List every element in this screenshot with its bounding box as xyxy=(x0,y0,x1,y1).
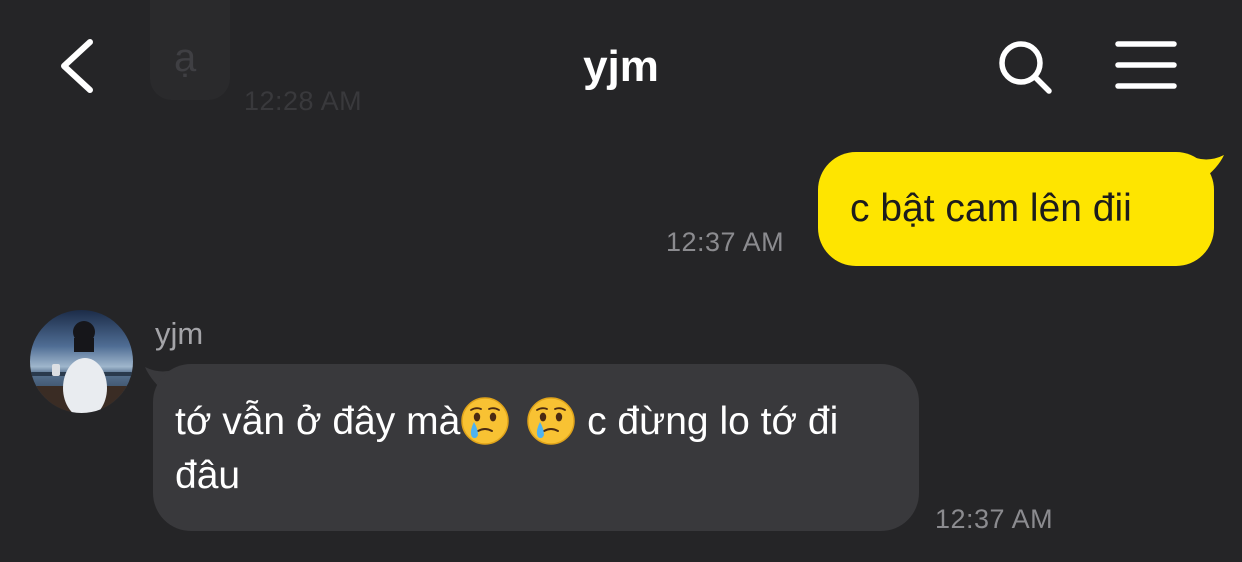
previous-message-time: 12:28 AM xyxy=(244,86,363,116)
hamburger-menu-icon xyxy=(1115,41,1177,89)
avatar[interactable] xyxy=(30,310,133,413)
face-holding-back-tears-icon xyxy=(527,397,576,445)
previous-message-text: ạ xyxy=(174,36,197,80)
outgoing-message-time: 12:37 AM xyxy=(666,227,785,257)
chat-screen: ạ 12:28 AM yjm 12:37 AM c bật cam lên đi… xyxy=(0,0,1242,562)
chevron-left-icon xyxy=(61,39,93,93)
search-button[interactable] xyxy=(992,38,1056,96)
incoming-message-text-start: tớ vẫn ở đây mà xyxy=(175,400,461,443)
incoming-message-time: 12:37 AM xyxy=(935,504,1054,534)
avatar-photo xyxy=(30,310,133,413)
face-holding-back-tears-icon xyxy=(461,397,510,445)
incoming-message-bubble[interactable]: tớ vẫn ở đây mà c đừng lo tớ đi đâu xyxy=(153,364,919,531)
back-button[interactable] xyxy=(50,30,110,102)
outgoing-message-bubble[interactable]: c bật cam lên đii xyxy=(818,152,1214,266)
sender-name: yjm xyxy=(155,316,204,351)
search-icon xyxy=(999,41,1052,94)
menu-button[interactable] xyxy=(1110,38,1182,94)
